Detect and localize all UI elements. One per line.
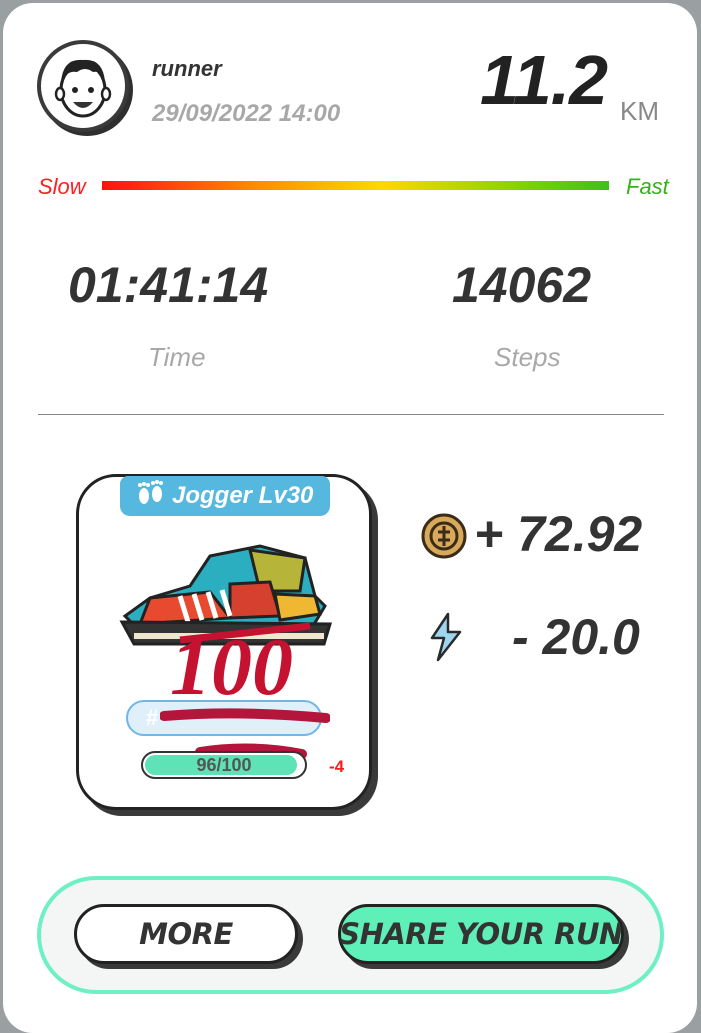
durability-delta: -4	[329, 757, 345, 776]
run-datetime: 29/09/2022 14:00	[152, 100, 341, 127]
share-your-run-button[interactable]: SHARE YOUR RUN	[338, 904, 624, 964]
more-button[interactable]: MORE	[74, 904, 298, 964]
speed-slow-label: Slow	[38, 174, 86, 199]
sneaker-id-prefix: #	[146, 705, 159, 730]
distance-value: 11.2	[480, 41, 608, 119]
gst-coin-icon	[421, 513, 467, 559]
sneaker-level-text: Jogger Lv30	[172, 482, 314, 509]
lightning-bolt-icon	[430, 612, 462, 662]
footprints-icon	[134, 479, 168, 513]
sneaker-image: 100	[119, 544, 333, 706]
steps-label: Steps	[494, 342, 561, 372]
steps-value: 14062	[452, 257, 592, 313]
sneaker-level-badge: Jogger Lv30	[120, 476, 330, 516]
cartoon-face-avatar-icon	[54, 59, 112, 118]
durability-text: 96/100	[196, 755, 252, 775]
section-divider	[38, 414, 664, 415]
speed-gradient-bar	[102, 181, 609, 190]
speed-fast-label: Fast	[626, 174, 669, 199]
energy-spent: - 20.0	[512, 609, 640, 665]
time-value: 01:41:14	[68, 257, 269, 313]
username: runner	[152, 56, 222, 81]
user-avatar[interactable]	[37, 40, 129, 132]
distance-unit: KM	[620, 96, 659, 126]
time-label: Time	[148, 342, 206, 372]
reward-amount: + 72.92	[474, 506, 643, 562]
durability-bar: 96/100	[141, 751, 307, 779]
